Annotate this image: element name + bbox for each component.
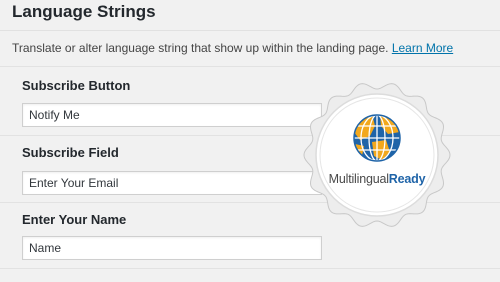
multilingual-ready-badge	[303, 83, 451, 227]
description-text: Translate or alter language string that …	[12, 41, 389, 55]
title-divider	[0, 30, 500, 31]
subscribe-field-label: Subscribe Field	[22, 145, 119, 160]
enter-name-input[interactable]	[22, 236, 322, 260]
page-title: Language Strings	[12, 2, 156, 21]
page-description: Translate or alter language string that …	[12, 41, 453, 55]
badge-label: MultilingualReady	[302, 172, 452, 186]
learn-more-link[interactable]: Learn More	[392, 41, 453, 55]
badge-label-plain: Multilingual	[328, 172, 389, 186]
subscribe-button-input[interactable]	[22, 103, 322, 127]
enter-name-label: Enter Your Name	[22, 212, 127, 227]
badge-label-bold: Ready	[388, 172, 426, 186]
subscribe-button-label: Subscribe Button	[22, 78, 131, 93]
subscribe-field-input[interactable]	[22, 171, 322, 195]
section-divider	[0, 66, 500, 67]
section-divider	[0, 268, 500, 269]
